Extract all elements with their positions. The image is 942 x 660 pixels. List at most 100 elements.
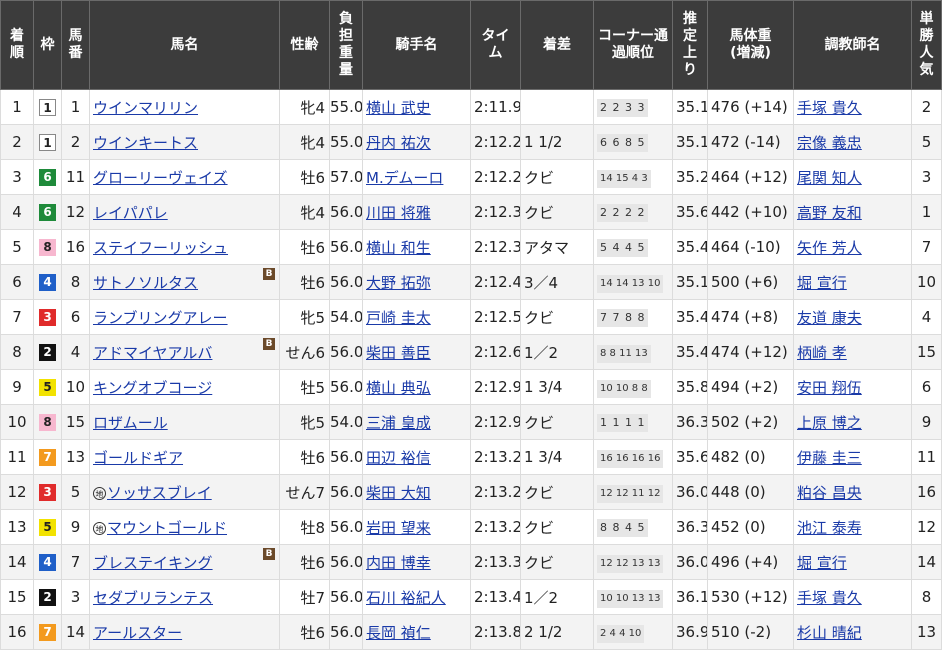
- horse-name-cell: 地ソッサスブレイ: [89, 474, 280, 510]
- trainer-link[interactable]: 上原 博之: [797, 414, 862, 432]
- trainer-link[interactable]: 友道 康夫: [797, 309, 862, 327]
- trainer-link[interactable]: 粕谷 昌央: [797, 484, 862, 502]
- last-3f: 36.9: [672, 614, 708, 650]
- horse-number: 6: [61, 299, 90, 335]
- trainer-link[interactable]: 尾関 知人: [797, 169, 862, 187]
- jockey-link[interactable]: 三浦 皇成: [366, 414, 431, 432]
- result-row: 7 3 6 ランブリングアレー 牝5 54.0 戸崎 圭太 2:12.5 クビ 7 7 8 8 35…: [0, 299, 942, 335]
- trainer-link[interactable]: 安田 翔伍: [797, 379, 862, 397]
- margin: クビ: [520, 194, 594, 230]
- horse-name-link[interactable]: ブレステイキング: [93, 554, 213, 572]
- trainer-link[interactable]: 高野 友和: [797, 204, 862, 222]
- jockey-link[interactable]: 内田 博幸: [366, 554, 431, 572]
- trainer-cell: 杉山 晴紀: [793, 614, 912, 650]
- corner-cell: 12 12 11 12: [593, 474, 673, 510]
- horse-name-cell: サトノソルタス B: [89, 264, 280, 300]
- jockey-link[interactable]: 戸崎 圭太: [366, 309, 431, 327]
- horse-name-link[interactable]: ウインマリリン: [93, 99, 198, 117]
- jockey-link[interactable]: 柴田 善臣: [366, 344, 431, 362]
- last-3f: 36.0: [672, 474, 708, 510]
- carried-weight: 55.0: [329, 124, 363, 160]
- horse-name-link[interactable]: ソッサスブレイ: [107, 484, 212, 502]
- jockey-link[interactable]: 岩田 望来: [366, 519, 431, 537]
- corner-positions: 12 12 13 13: [597, 554, 664, 573]
- last-3f: 36.3: [672, 404, 708, 440]
- jockey-link[interactable]: 石川 裕紀人: [366, 589, 446, 607]
- trainer-link[interactable]: 宗像 義忠: [797, 134, 862, 152]
- margin: 1 3/4: [520, 369, 594, 405]
- horse-name-link[interactable]: セダブリランテス: [93, 589, 213, 607]
- finish-position: 4: [0, 194, 34, 230]
- jockey-cell: 横山 和生: [362, 229, 471, 265]
- trainer-link[interactable]: 杉山 晴紀: [797, 624, 862, 642]
- jockey-link[interactable]: 柴田 大知: [366, 484, 431, 502]
- jockey-link[interactable]: 大野 拓弥: [366, 274, 431, 292]
- margin: クビ: [520, 474, 594, 510]
- horse-name-link[interactable]: サトノソルタス: [93, 274, 198, 292]
- jockey-link[interactable]: 横山 典弘: [366, 379, 431, 397]
- horse-name-link[interactable]: ステイフーリッシュ: [93, 239, 228, 257]
- sex-age: 牝4: [279, 124, 330, 160]
- corner-cell: 8 8 4 5: [593, 509, 673, 545]
- popularity: 1: [911, 194, 942, 230]
- jockey-link[interactable]: 長岡 禎仁: [366, 624, 431, 642]
- trainer-link[interactable]: 池江 泰寿: [797, 519, 862, 537]
- last-3f: 35.4: [672, 334, 708, 370]
- horse-name-link[interactable]: レイパパレ: [93, 204, 168, 222]
- trainer-link[interactable]: 堀 宣行: [797, 554, 847, 572]
- race-time: 2:12.6: [470, 334, 521, 370]
- corner-cell: 2 4 4 10: [593, 614, 673, 650]
- horse-name-link[interactable]: マウントゴールド: [107, 519, 227, 537]
- jockey-link[interactable]: 川田 将雅: [366, 204, 431, 222]
- horse-name-cell: 地マウントゴールド: [89, 509, 280, 545]
- body-weight: 496 (+4): [707, 544, 794, 580]
- horse-name-link[interactable]: ウインキートス: [93, 134, 198, 152]
- horse-number: 11: [61, 159, 90, 195]
- horse-name-link[interactable]: グローリーヴェイズ: [93, 169, 228, 187]
- sex-age: 牡6: [279, 264, 330, 300]
- jockey-cell: M.デムーロ: [362, 159, 471, 195]
- jockey-link[interactable]: 横山 和生: [366, 239, 431, 257]
- horse-name-link[interactable]: キングオブコージ: [93, 379, 212, 397]
- horse-name-link[interactable]: ランブリングアレー: [93, 309, 228, 327]
- corner-positions: 5 4 4 5: [597, 239, 649, 257]
- header-row: 着順 枠 馬番 馬名 性齢 負担重量 騎手名 タイム 着差 コーナー通過順位 推…: [0, 0, 942, 90]
- header-time: タイム: [470, 0, 521, 90]
- result-row: 16 7 14 アールスター 牡6 56.0 長岡 禎仁 2:13.8 2 1/2 2 4 4 1…: [0, 614, 942, 650]
- race-time: 2:13.4: [470, 579, 521, 615]
- jockey-link[interactable]: M.デムーロ: [366, 169, 443, 187]
- trainer-link[interactable]: 手塚 貴久: [797, 589, 862, 607]
- horse-name-link[interactable]: ロザムール: [93, 414, 168, 432]
- jockey-cell: 横山 武史: [362, 89, 471, 125]
- corner-positions: 14 14 13 10: [597, 274, 664, 293]
- horse-name-cell: ステイフーリッシュ: [89, 229, 280, 265]
- race-time: 2:13.2: [470, 474, 521, 510]
- blinker-icon: B: [263, 268, 275, 280]
- header-horse-name: 馬名: [89, 0, 280, 90]
- last-3f: 36.1: [672, 579, 708, 615]
- margin: クビ: [520, 299, 594, 335]
- trainer-link[interactable]: 伊藤 圭三: [797, 449, 862, 467]
- corner-cell: 7 7 8 8: [593, 299, 673, 335]
- trainer-cell: 池江 泰寿: [793, 509, 912, 545]
- jockey-link[interactable]: 田辺 裕信: [366, 449, 431, 467]
- trainer-link[interactable]: 手塚 貴久: [797, 99, 862, 117]
- horse-name-link[interactable]: アールスター: [93, 624, 182, 642]
- corner-positions: 7 7 8 8: [597, 309, 649, 327]
- horse-name-link[interactable]: アドマイヤアルバ: [93, 344, 212, 362]
- corner-cell: 14 14 13 10: [593, 264, 673, 300]
- trainer-cell: 高野 友和: [793, 194, 912, 230]
- trainer-link[interactable]: 柄崎 孝: [797, 344, 847, 362]
- body-weight: 500 (+6): [707, 264, 794, 300]
- sex-age: 牡6: [279, 229, 330, 265]
- result-row: 6 4 8 サトノソルタス B 牡6 56.0 大野 拓弥 2:12.4 3／4 14 14 13 …: [0, 264, 942, 300]
- trainer-link[interactable]: 堀 宣行: [797, 274, 847, 292]
- corner-positions: 12 12 11 12: [597, 484, 664, 503]
- jockey-link[interactable]: 横山 武史: [366, 99, 431, 117]
- trainer-link[interactable]: 矢作 芳人: [797, 239, 862, 257]
- frame-cell: 7: [33, 439, 62, 475]
- margin: クビ: [520, 404, 594, 440]
- jockey-link[interactable]: 丹内 祐次: [366, 134, 431, 152]
- jockey-cell: 三浦 皇成: [362, 404, 471, 440]
- horse-name-link[interactable]: ゴールドギア: [93, 449, 183, 467]
